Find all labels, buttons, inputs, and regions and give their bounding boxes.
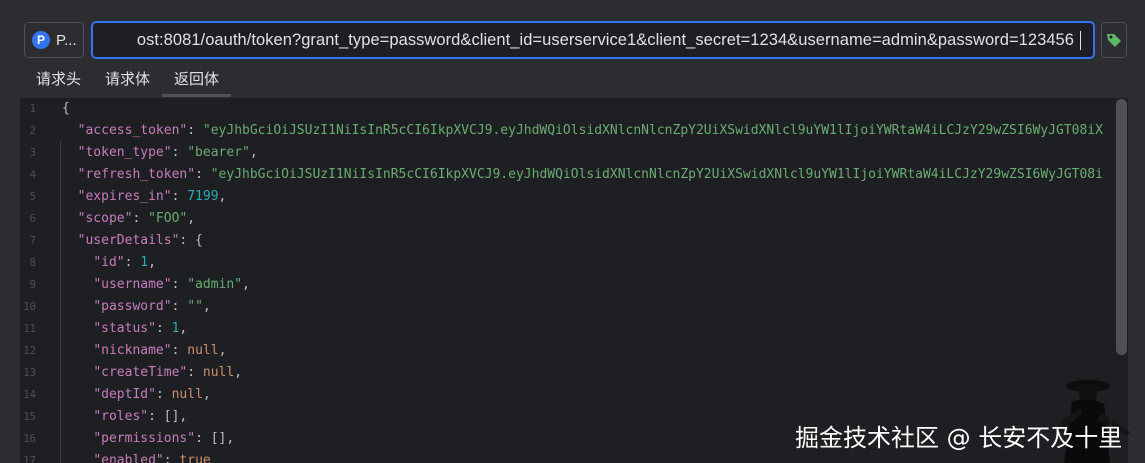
line-number: 8 [29,257,36,269]
response-tabs: 请求头 请求体 返回体 [24,66,232,97]
line-number: 2 [29,125,36,137]
watermark: 掘金技术社区 @ 长安不及十里 [795,424,1123,452]
id-value: 1 [140,255,149,270]
password-value: "" [187,299,203,314]
code-line: "permissions": [], [93,431,235,446]
code-line: "id": 1, [93,255,156,270]
code-line: "nickname": null, [93,343,227,358]
code-line: "scope": "FOO", [77,211,196,226]
tag-icon [1107,34,1121,47]
code-line: "createTime": null, [93,365,243,380]
line-number: 17 [23,455,36,463]
code-line: "token_type": "bearer", [77,145,258,160]
line-number: 1 [29,103,36,115]
line-number: 9 [29,279,36,291]
line-number: 16 [23,433,36,445]
method-selector[interactable]: P P... [24,22,84,58]
code-line: "access_token": "eyJhbGciOiJSUzI1NiIsInR… [77,123,1103,138]
null-value: null [171,387,203,402]
method-label: P... [56,31,77,49]
code-line: "enabled": true [62,450,211,463]
access-token-value: "eyJhbGciOiJSUzI1NiIsInR5cCI6IkpXVCJ9.ey… [202,123,1103,138]
line-number: 7 [29,235,36,247]
line-number: 3 [29,147,36,159]
expires-in-value: 7199 [187,189,219,204]
text-caret [1080,30,1081,50]
indent-guide [60,141,61,463]
tab-request-body[interactable]: 请求体 [93,66,162,97]
code-line: { [62,101,70,116]
scope-value: "FOO" [148,211,188,226]
request-toolbar: P P... ost:8081/oauth/token?grant_type=p… [0,0,1145,64]
json-code: { "access_token": "eyJhbGciOiJSUzI1NiIsI… [62,98,1128,463]
line-number: 10 [23,301,36,313]
url-input[interactable]: ost:8081/oauth/token?grant_type=password… [91,21,1095,59]
line-number: 13 [23,367,36,379]
code-line: "password": "", [93,299,211,314]
code-line: "userDetails": { [77,233,203,248]
username-value: "admin" [187,277,243,292]
response-editor[interactable]: 1 2 3 4 5 6 7 8 9 10 11 12 13 14 15 16 1… [20,98,1128,463]
token-type-value: "bearer" [187,145,250,160]
line-number: 4 [29,169,36,181]
code-line: "username": "admin", [93,277,250,292]
line-number: 12 [23,345,36,357]
vertical-scrollbar[interactable] [1116,99,1127,355]
url-text: ost:8081/oauth/token?grant_type=password… [136,30,1074,49]
code-line: "roles": [], [93,409,188,424]
method-badge: P [32,31,50,49]
line-number: 14 [23,389,36,401]
line-number: 15 [23,411,36,423]
tab-request-headers[interactable]: 请求头 [24,66,93,97]
line-number: 11 [23,323,36,335]
line-number: 6 [29,213,36,225]
code-line: "refresh_token": "eyJhbGciOiJSUzI1NiIsIn… [77,167,1103,182]
code-line: "deptId": null, [93,387,211,402]
true-value: true [179,453,211,463]
refresh-token-value: "eyJhbGciOiJSUzI1NiIsInR5cCI6IkpXVCJ9.ey… [210,167,1103,182]
line-number: 5 [29,191,36,203]
code-line: "status": 1, [93,321,188,336]
null-value: null [187,343,219,358]
tab-response-body[interactable]: 返回体 [162,66,232,97]
null-value: null [202,365,235,380]
code-line: "expires_in": 7199, [77,189,227,204]
line-number-gutter: 1 2 3 4 5 6 7 8 9 10 11 12 13 14 15 16 1… [20,98,52,463]
send-button[interactable] [1101,22,1127,58]
